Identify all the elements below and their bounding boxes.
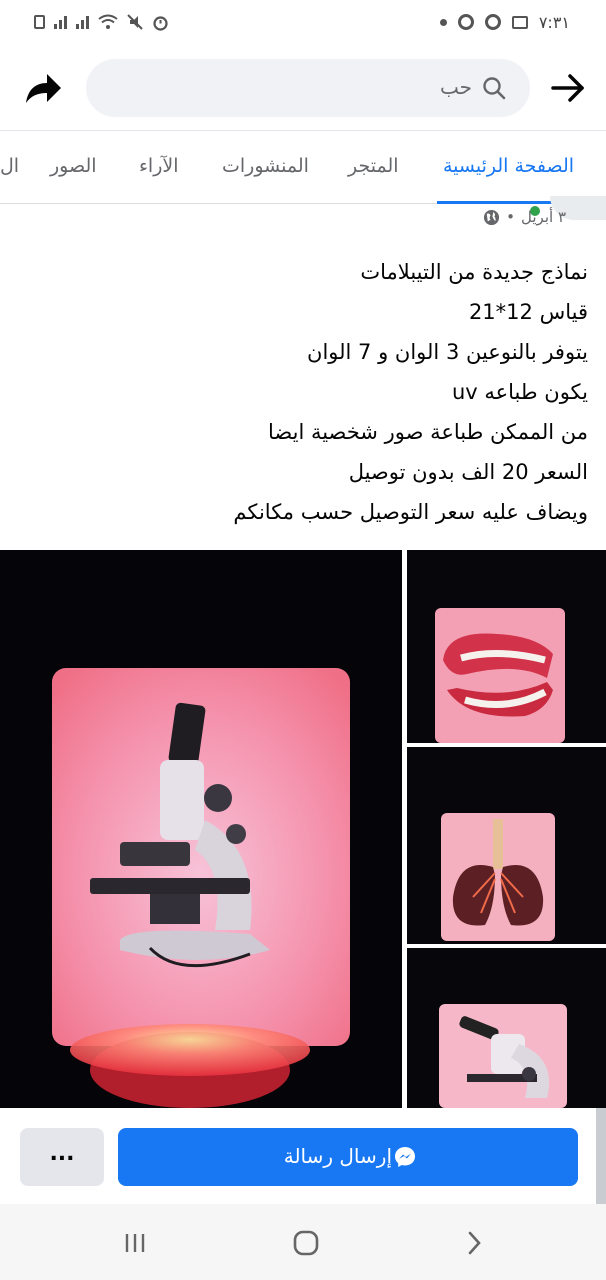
search-header: حب	[0, 46, 606, 130]
messenger-icon	[395, 1147, 415, 1167]
chrome-icon	[484, 14, 501, 30]
more-options-button[interactable]: ...	[20, 1128, 104, 1186]
home-icon[interactable]	[292, 1230, 320, 1256]
share-icon[interactable]	[22, 70, 64, 108]
post-photo-microscope-small-lamp[interactable]	[407, 948, 606, 1108]
back-nav-icon[interactable]	[464, 1230, 484, 1256]
post-meta: ٣ أبريل •	[483, 204, 566, 230]
post-body: نماذج جديدة من التيبلامات قياس 12*21 يتو…	[18, 252, 588, 532]
wifi-icon	[98, 14, 118, 29]
battery-icon	[34, 15, 45, 29]
lungs-lamp-image	[407, 747, 606, 944]
post-line: قياس 12*21	[468, 300, 588, 324]
post-photo-teeth-lamp[interactable]	[407, 550, 606, 743]
post-date[interactable]: ٣ أبريل	[521, 208, 566, 226]
post-line: من الممكن طباعة صور شخصية ايضا	[267, 420, 588, 444]
action-bar: ... إرسال رسالة	[0, 1108, 606, 1204]
android-nav-bar	[0, 1204, 606, 1280]
search-icon	[483, 77, 506, 100]
recent-apps-icon[interactable]	[122, 1232, 148, 1254]
mute-icon	[127, 14, 143, 30]
scrollbar[interactable]	[596, 1108, 606, 1204]
tab-more[interactable]: ال	[0, 131, 19, 203]
tab-shop[interactable]: المتجر	[348, 131, 399, 203]
tab-reviews[interactable]: الآراء	[139, 131, 179, 203]
post-line: يتوفر بالنوعين 3 الوان و 7 الوان	[307, 340, 588, 364]
signal-2-icon	[76, 15, 89, 29]
meta-separator: •	[506, 208, 516, 226]
back-arrow-icon[interactable]	[548, 68, 588, 108]
gallery-icon	[511, 15, 528, 29]
post-line: ويضاف عليه سعر التوصيل حسب مكانكم	[233, 500, 588, 524]
tab-photos[interactable]: الصور	[50, 131, 97, 203]
globe-icon	[484, 209, 500, 225]
microscope-small-lamp-image	[407, 948, 606, 1108]
status-icons-right: ٧:٣١	[439, 12, 570, 32]
post-photo-microscope-lamp[interactable]	[0, 550, 402, 1108]
notification-dot-icon	[439, 18, 447, 26]
page-tabs: الصفحة الرئيسية المتجر المنشورات الآراء …	[0, 130, 606, 204]
send-message-label: إرسال رسالة	[283, 1144, 392, 1168]
post-photo-lungs-lamp[interactable]	[407, 747, 606, 944]
post-line: نماذج جديدة من التيبلامات	[360, 260, 588, 284]
status-bar: ٧:٣١	[0, 0, 606, 46]
search-query: حب	[439, 75, 472, 99]
post-line: السعر 20 الف بدون توصيل	[348, 460, 588, 484]
clock: ٧:٣١	[538, 12, 570, 32]
tab-home[interactable]: الصفحة الرئيسية	[443, 131, 574, 203]
microscope-lamp-image	[0, 550, 402, 1108]
send-message-button[interactable]: إرسال رسالة	[118, 1128, 578, 1186]
tab-posts[interactable]: المنشورات	[222, 131, 309, 203]
signal-1-icon	[54, 15, 67, 29]
alarm-icon	[153, 15, 168, 31]
teeth-lamp-image	[407, 550, 606, 743]
post-line: يكون طباعه uv	[451, 380, 588, 404]
status-icons-left	[34, 12, 169, 32]
search-input[interactable]: حب	[86, 59, 530, 117]
chrome-icon	[457, 14, 474, 30]
